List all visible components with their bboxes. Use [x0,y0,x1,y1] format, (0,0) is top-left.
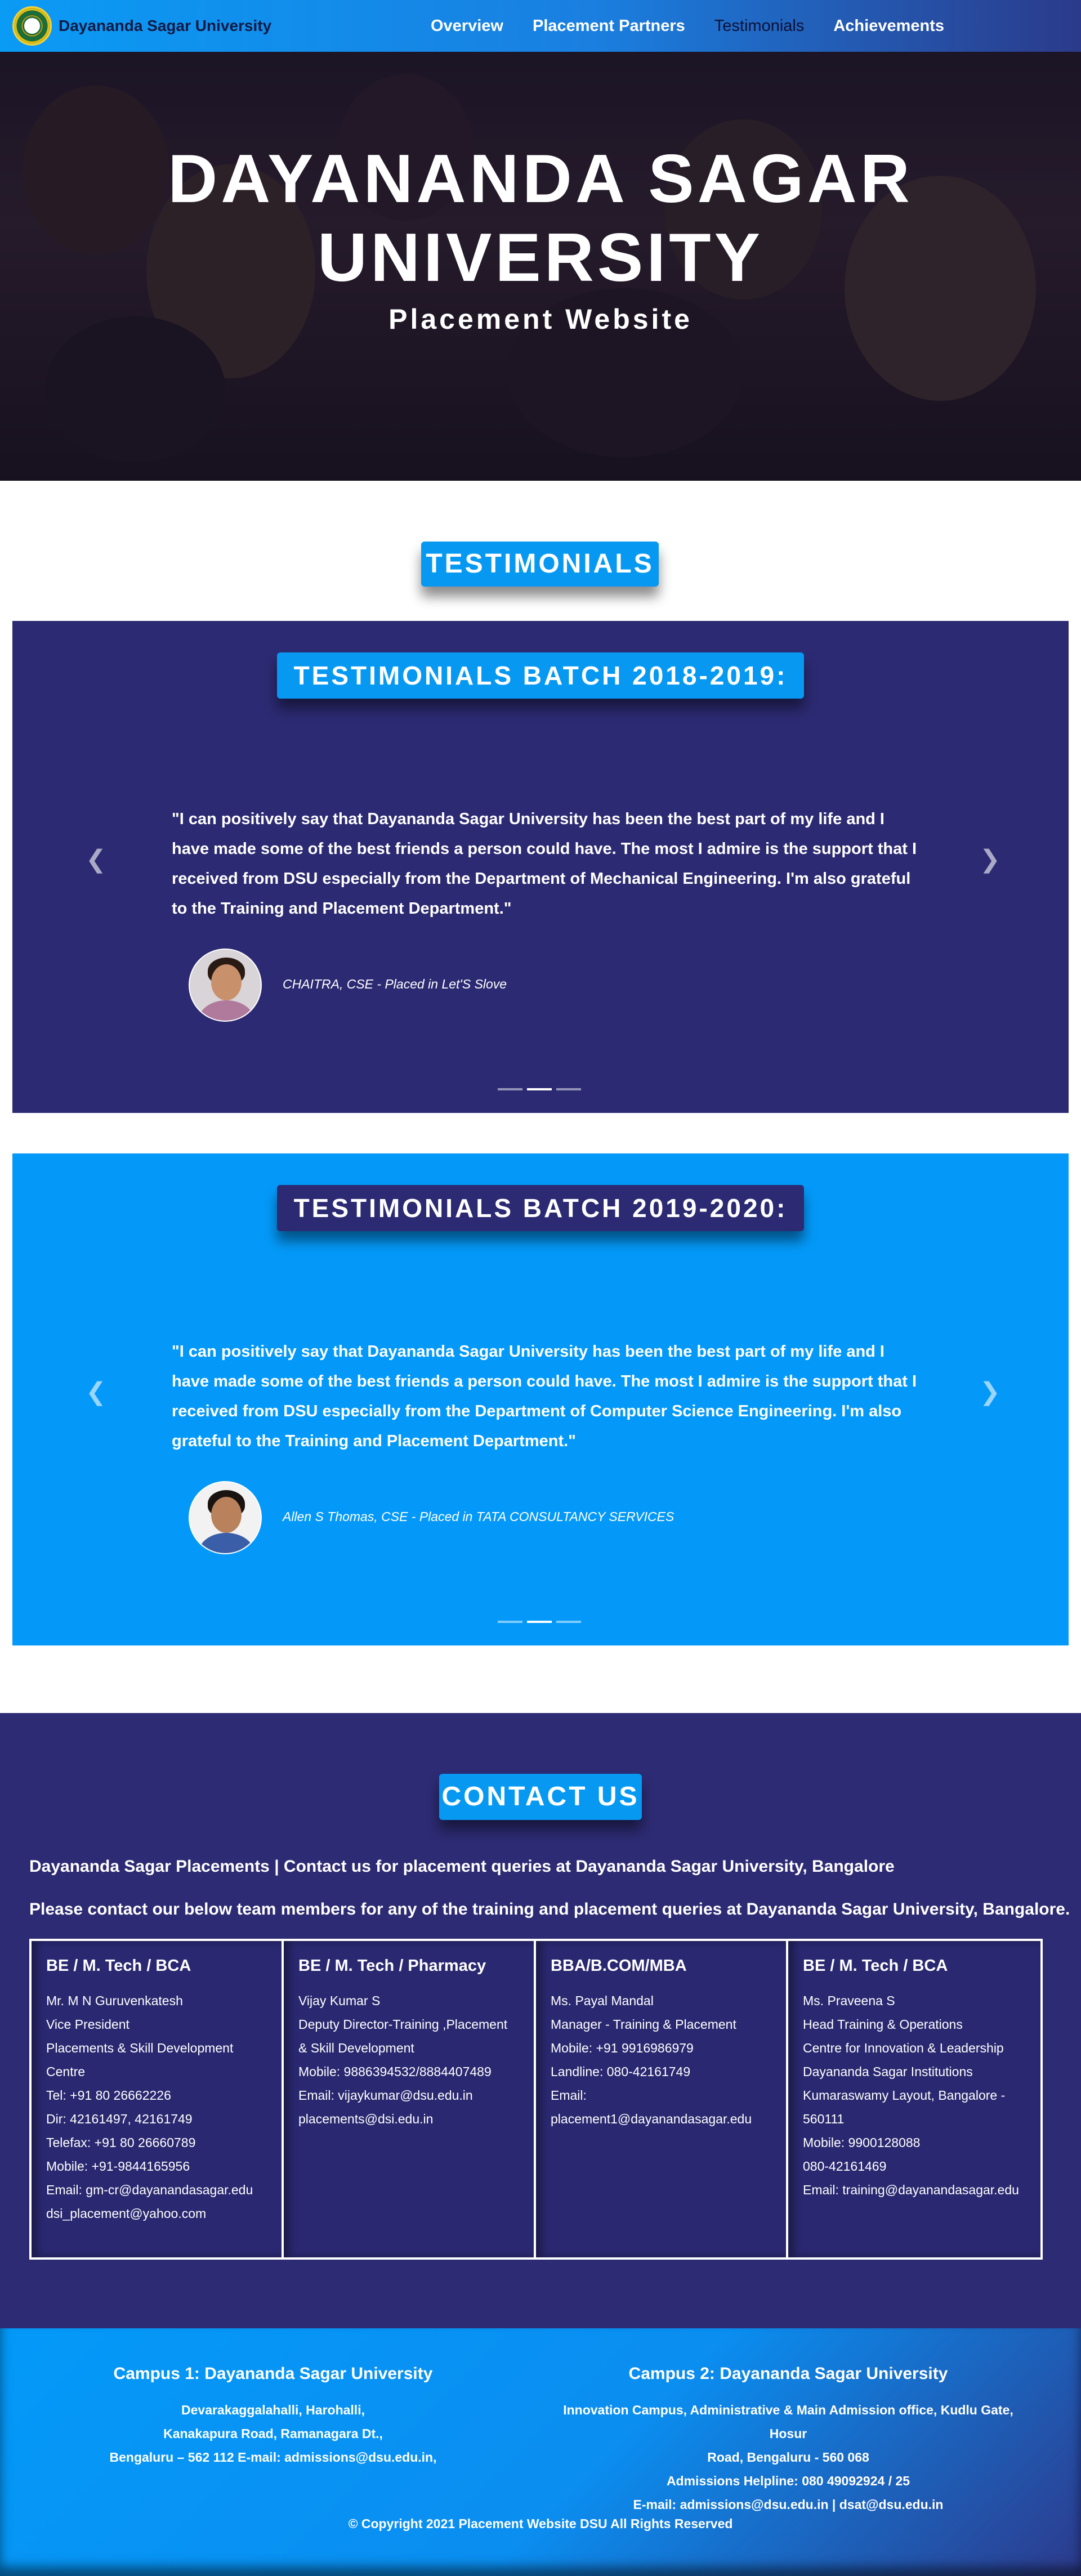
contact-card: BE / M. Tech / BCA Ms. Praveena S Head T… [788,1941,1040,2257]
carousel-prev-icon[interactable]: ❮ [86,1378,106,1406]
contact-card-line: & Skill Development [298,2041,414,2055]
contact-card-line: 080-42161469 [803,2159,887,2174]
brand[interactable]: Dayananda Sagar University [12,6,271,46]
carousel-indicator[interactable] [498,1621,522,1623]
contact-intro-line: Dayananda Sagar Placements | Contact us … [29,1857,895,1876]
contact-card-line: Vijay Kumar S [298,1993,381,2008]
testimonials-heading: TESTIMONIALS [421,542,659,587]
contact-card-line: 560111 [803,2112,845,2126]
footer-campus-title: Campus 1: Dayananda Sagar University [113,2364,433,2383]
footer-helpline: Admissions Helpline: 080 49092924 / 25 [666,2474,910,2488]
testimonial-caption: Allen S Thomas, CSE - Placed in TATA CON… [283,1509,674,1524]
contact-card-title: BE / M. Tech / BCA [46,1957,191,1975]
carousel-prev-icon[interactable]: ❮ [86,845,106,874]
contact-card-line: Head Training & Operations [803,2017,963,2032]
contact-card-email-link[interactable]: placement1@dayanandasagar.edu [551,2107,771,2131]
contact-card-line: Vice President [46,2017,129,2032]
contact-card: BE / M. Tech / BCA Mr. M N Guruvenkatesh… [32,1941,284,2257]
footer-address-line: Devarakaggalahalli, Harohalli, [181,2403,365,2417]
testimonial-carousel-2019: TESTIMONIALS BATCH 2019-2020: ❮ "I can p… [12,1153,1069,1645]
hero-title-line2: UNIVERSITY [317,219,764,296]
nav-link-placement-partners[interactable]: Placement Partners [533,17,685,35]
contact-card-email-link[interactable]: Email: training@dayanandasagar.edu [803,2178,1026,2202]
hero-title-line1: DAYANANDA SAGAR [168,140,913,217]
contact-instructions-line: Please contact our below team members fo… [29,1900,1070,1918]
contact-card-email-link[interactable]: placements@dsi.edu.in [298,2107,519,2131]
carousel-indicator[interactable] [527,1621,552,1623]
testimonial-caption: CHAITRA, CSE - Placed in Let'S Slove [283,977,507,991]
carousel-indicator[interactable] [498,1088,522,1090]
testimonial-quote: "I can positively say that Dayananda Sag… [172,1343,917,1450]
contact-card-line: Landline: 080-42161749 [551,2064,691,2079]
contact-card-title: BBA/B.COM/MBA [551,1957,687,1975]
contact-heading: CONTACT US [439,1774,642,1820]
brand-name[interactable]: Dayananda Sagar University [59,17,271,35]
nav-link-achievements[interactable]: Achievements [833,17,944,35]
footer-email-line[interactable]: E-mail: admissions@dsu.edu.in | dsat@dsu… [552,2493,1025,2516]
navbar: Dayananda Sagar University Overview Plac… [0,0,1081,52]
footer-campus-1: Campus 1: Dayananda Sagar University Dev… [68,2364,479,2469]
contact-card-line: Ms. Praveena S [803,1993,895,2008]
contact-card-line: Mr. M N Guruvenkatesh [46,1993,183,2008]
carousel-indicators [498,1088,586,1090]
footer-address-line: Innovation Campus, Administrative & Main… [563,2403,1013,2441]
contact-card-line: Dir: 42161497, 42161749 [46,2112,193,2126]
hero-banner: DAYANANDA SAGAR UNIVERSITY Placement Web… [0,52,1081,481]
contact-card-line: Kumaraswamy Layout, Bangalore - [803,2088,1006,2103]
carousel-indicator[interactable] [556,1088,581,1090]
contact-card-line: Email: [551,2088,587,2103]
contact-card-line: Placements & Skill Development [46,2041,234,2055]
contact-card-title: BE / M. Tech / Pharmacy [298,1957,486,1975]
footer-address-line: Bengaluru – 562 112 E-mail: admissions@d… [109,2450,437,2465]
nav-links: Overview Placement Partners Testimonials… [431,0,973,52]
contact-card-line: Deputy Director-Training ,Placement [298,2017,508,2032]
testimonial-quote: "I can positively say that Dayananda Sag… [172,810,917,918]
copyright: © Copyright 2021 Placement Website DSU A… [348,2516,733,2531]
carousel-indicator[interactable] [556,1621,581,1623]
footer-campus-2: Campus 2: Dayananda Sagar University Inn… [552,2364,1025,2516]
batch-heading-2019: TESTIMONIALS BATCH 2019-2020: [277,1185,804,1231]
contact-card-line: Telefax: +91 80 26660789 [46,2135,196,2150]
carousel-indicators [498,1621,586,1623]
carousel-indicator[interactable] [527,1088,552,1090]
testimonial-carousel-2018: TESTIMONIALS BATCH 2018-2019: ❮ "I can p… [12,621,1069,1113]
batch-heading-2018: TESTIMONIALS BATCH 2018-2019: [277,652,804,699]
hero-subtitle: Placement Website [388,303,693,335]
contact-card: BE / M. Tech / Pharmacy Vijay Kumar S De… [284,1941,536,2257]
contact-card-line: Mobile: +91 9916986979 [551,2041,694,2055]
footer: Campus 1: Dayananda Sagar University Dev… [0,2328,1081,2576]
contact-card-email-link[interactable]: Email: vijaykumar@dsu.edu.in [298,2083,519,2107]
contact-card-line: Mobile: 9900128088 [803,2135,921,2150]
contact-card-line: Mobile: +91-9844165956 [46,2159,190,2174]
footer-campus-title: Campus 2: Dayananda Sagar University [628,2364,948,2383]
carousel-next-icon[interactable]: ❯ [980,1378,1000,1406]
nav-link-testimonials[interactable]: Testimonials [714,17,805,35]
contact-card-email-link[interactable]: Email: gm-cr@dayanandasagar.edu [46,2178,267,2202]
university-logo-icon [12,6,52,46]
contact-card-line: Dayananda Sagar Institutions [803,2064,973,2079]
hero-title: DAYANANDA SAGAR UNIVERSITY [0,139,1081,297]
contact-card-line: Mobile: 9886394532/8884407489 [298,2064,492,2079]
contact-cards: BE / M. Tech / BCA Mr. M N Guruvenkatesh… [29,1939,1043,2260]
contact-card-title: BE / M. Tech / BCA [803,1957,948,1975]
contact-card: BBA/B.COM/MBA Ms. Payal Mandal Manager -… [536,1941,788,2257]
carousel-next-icon[interactable]: ❯ [980,845,1000,874]
avatar [189,949,262,1022]
footer-address-line: Road, Bengaluru - 560 068 [707,2450,869,2465]
contact-card-line: Manager - Training & Placement [551,2017,736,2032]
nav-link-overview[interactable]: Overview [431,17,503,35]
contact-card-email-link[interactable]: dsi_placement@yahoo.com [46,2202,267,2225]
contact-card-line: Centre [46,2064,86,2079]
contact-card-line: Centre for Innovation & Leadership [803,2041,1004,2055]
contact-card-line: Ms. Payal Mandal [551,1993,654,2008]
footer-address-line: Kanakapura Road, Ramanagara Dt., [163,2426,383,2441]
avatar [189,1481,262,1554]
contact-card-line: Tel: +91 80 26662226 [46,2088,171,2103]
